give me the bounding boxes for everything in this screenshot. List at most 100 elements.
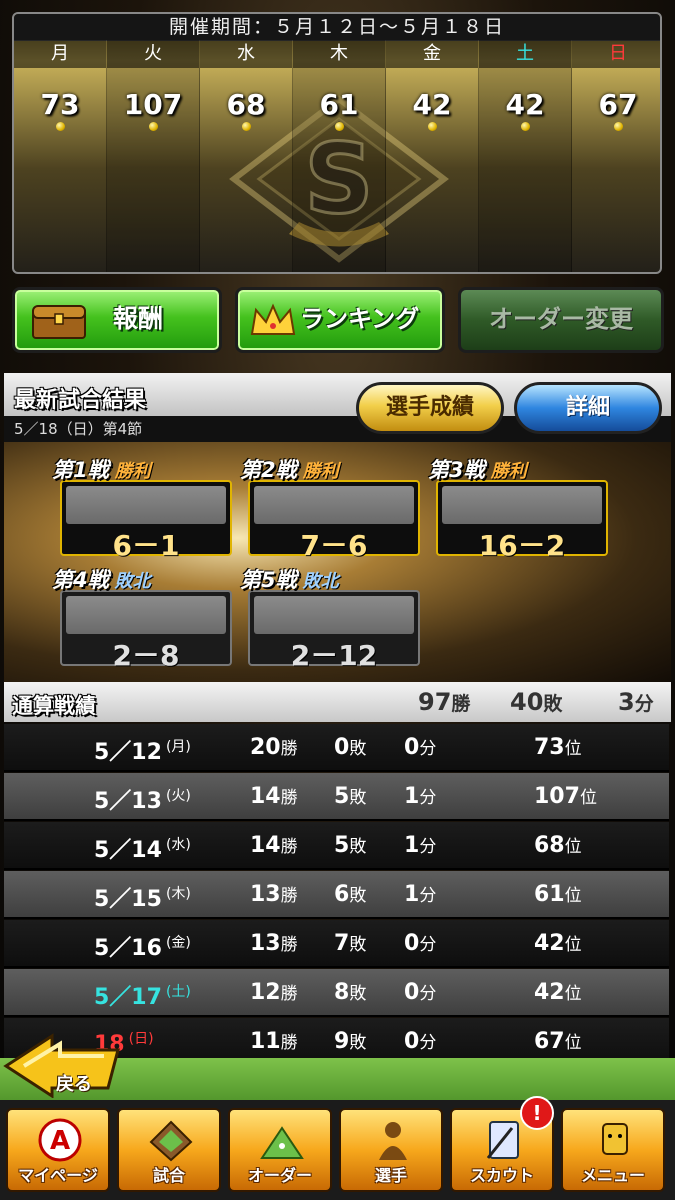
history-date: 5／16 (金) bbox=[94, 935, 191, 961]
player-stats-button[interactable]: 選手成績 bbox=[356, 382, 504, 434]
rank-dot-icon bbox=[428, 122, 437, 131]
history-losses: 0敗 bbox=[334, 735, 367, 760]
menu-character-icon bbox=[602, 1123, 628, 1155]
game-label: 第1戦 勝利 bbox=[52, 454, 151, 484]
history-wins: 12勝 bbox=[250, 980, 298, 1005]
game-label: 第3戦 勝利 bbox=[428, 454, 527, 484]
game-label: 第4戦 敗北 bbox=[52, 564, 151, 594]
nav-label: オーダー bbox=[247, 1166, 312, 1185]
game-card[interactable]: 2－12 第5戦 敗北 bbox=[240, 568, 420, 672]
history-wins: 14勝 bbox=[250, 833, 298, 858]
opponent-name-redacted bbox=[66, 596, 226, 634]
game-number: 第5戦 bbox=[240, 568, 297, 592]
history-draws: 0分 bbox=[404, 931, 437, 956]
history-losses: 9敗 bbox=[334, 1029, 367, 1054]
rank-dot-icon bbox=[242, 122, 251, 131]
nav-player[interactable]: 選手 bbox=[339, 1108, 443, 1192]
reward-label: 報酬 bbox=[113, 304, 164, 333]
game-score: 6－1 bbox=[112, 529, 180, 562]
crown-icon bbox=[250, 303, 296, 335]
ranking-label: ランキング bbox=[300, 305, 420, 333]
history-draws: 1分 bbox=[404, 882, 437, 907]
day-column: 日 67 bbox=[572, 40, 660, 272]
game-result: 敗北 bbox=[114, 571, 151, 592]
day-name: 月 bbox=[14, 40, 106, 68]
day-name: 日 bbox=[572, 40, 660, 68]
game-card[interactable]: 16－2 第3戦 勝利 bbox=[428, 458, 608, 562]
history-rank: 42位 bbox=[534, 980, 582, 1005]
total-losses: 40敗 bbox=[510, 688, 563, 716]
rank-dot-icon bbox=[335, 122, 344, 131]
day-column: 金 42 bbox=[386, 40, 479, 272]
nav-menu-character[interactable]: メニュー bbox=[561, 1108, 665, 1192]
history-row: 5／17 (土) 12勝 8敗 0分 42位 bbox=[4, 969, 669, 1017]
history-losses: 5敗 bbox=[334, 784, 367, 809]
history-wins: 14勝 bbox=[250, 784, 298, 809]
game-card[interactable]: 2－8 第4戦 敗北 bbox=[52, 568, 232, 672]
day-column: 木 61 bbox=[293, 40, 386, 272]
player-icon bbox=[379, 1122, 407, 1160]
nav-label: マイページ bbox=[18, 1166, 98, 1185]
rank-dot-icon bbox=[521, 122, 530, 131]
history-rank: 42位 bbox=[534, 931, 582, 956]
game-card[interactable]: 7－6 第2戦 勝利 bbox=[240, 458, 420, 562]
history-draws: 0分 bbox=[404, 980, 437, 1005]
game-label: 第5戦 敗北 bbox=[240, 564, 339, 594]
scout-card-icon bbox=[486, 1121, 519, 1159]
history-wins: 11勝 bbox=[250, 1029, 298, 1054]
weekly-ranking-panel: 開催期間：５月１２日～５月１８日 S 月 73 火 107 水 68 木 61 金 42 土 42 日 6… bbox=[12, 12, 662, 274]
season-totals-title: 通算戦績 bbox=[12, 694, 96, 718]
back-button[interactable]: 戻る bbox=[0, 1028, 122, 1099]
game-score-box: 7－6 bbox=[248, 480, 420, 562]
day-name: 水 bbox=[200, 40, 292, 68]
svg-text:A: A bbox=[50, 1126, 70, 1156]
day-rank: 107 bbox=[123, 88, 183, 121]
nav-label: スカウト bbox=[469, 1166, 534, 1185]
back-label: 戻る bbox=[56, 1074, 92, 1095]
nav-label: メニュー bbox=[580, 1166, 645, 1185]
event-period: 開催期間：５月１２日～５月１８日 bbox=[14, 14, 660, 41]
game-score-box: 2－8 bbox=[60, 590, 232, 672]
history-rank: 67位 bbox=[534, 1029, 582, 1054]
order-change-button[interactable]: オーダー変更 bbox=[458, 287, 664, 353]
game-score: 7－6 bbox=[300, 529, 368, 562]
opponent-name-redacted bbox=[66, 486, 226, 524]
history-date: 5／15 (木) bbox=[94, 886, 191, 912]
nav-field-order[interactable]: オーダー bbox=[228, 1108, 332, 1192]
rank-dot-icon bbox=[56, 122, 65, 131]
opponent-name-redacted bbox=[254, 596, 414, 634]
ranking-button[interactable]: ランキング bbox=[235, 287, 445, 353]
history-rank: 107位 bbox=[534, 784, 597, 809]
reward-button[interactable]: 報酬 bbox=[12, 287, 222, 353]
history-wins: 13勝 bbox=[250, 931, 298, 956]
history-losses: 6敗 bbox=[334, 882, 367, 907]
game-card[interactable]: 6－1 第1戦 勝利 bbox=[52, 458, 232, 562]
detail-button[interactable]: 詳細 bbox=[514, 382, 662, 434]
rank-dot-icon bbox=[149, 122, 158, 131]
history-row: 5／13 (火) 14勝 5敗 1分 107位 bbox=[4, 773, 669, 821]
game-score: 16－2 bbox=[478, 529, 566, 562]
game-score-box: 16－2 bbox=[436, 480, 608, 562]
game-result: 勝利 bbox=[302, 461, 339, 482]
game-result: 敗北 bbox=[302, 571, 339, 592]
day-rank: 42 bbox=[412, 88, 452, 121]
nav-stadium[interactable]: 試合 bbox=[117, 1108, 221, 1192]
field-order-icon bbox=[260, 1126, 304, 1159]
history-date: 5／14 (水) bbox=[94, 837, 191, 863]
game-score-box: 6－1 bbox=[60, 480, 232, 562]
history-draws: 0分 bbox=[404, 735, 437, 760]
stadium-icon bbox=[149, 1120, 193, 1162]
history-row: 5／14 (水) 14勝 5敗 1分 68位 bbox=[4, 822, 669, 870]
game-score: 2－12 bbox=[290, 639, 378, 672]
day-column: 水 68 bbox=[200, 40, 293, 272]
history-row: 5／15 (木) 13勝 6敗 1分 61位 bbox=[4, 871, 669, 919]
nav-label: 選手 bbox=[374, 1166, 407, 1185]
day-column: 土 42 bbox=[479, 40, 572, 272]
history-losses: 7敗 bbox=[334, 931, 367, 956]
nav-label: 試合 bbox=[152, 1166, 185, 1185]
game-result: 勝利 bbox=[490, 461, 527, 482]
scout-notification-badge: ! bbox=[520, 1096, 554, 1130]
day-rank: 61 bbox=[319, 88, 359, 121]
nav-my-page[interactable]: A マイページ bbox=[6, 1108, 110, 1192]
treasure-chest-icon bbox=[32, 305, 86, 339]
